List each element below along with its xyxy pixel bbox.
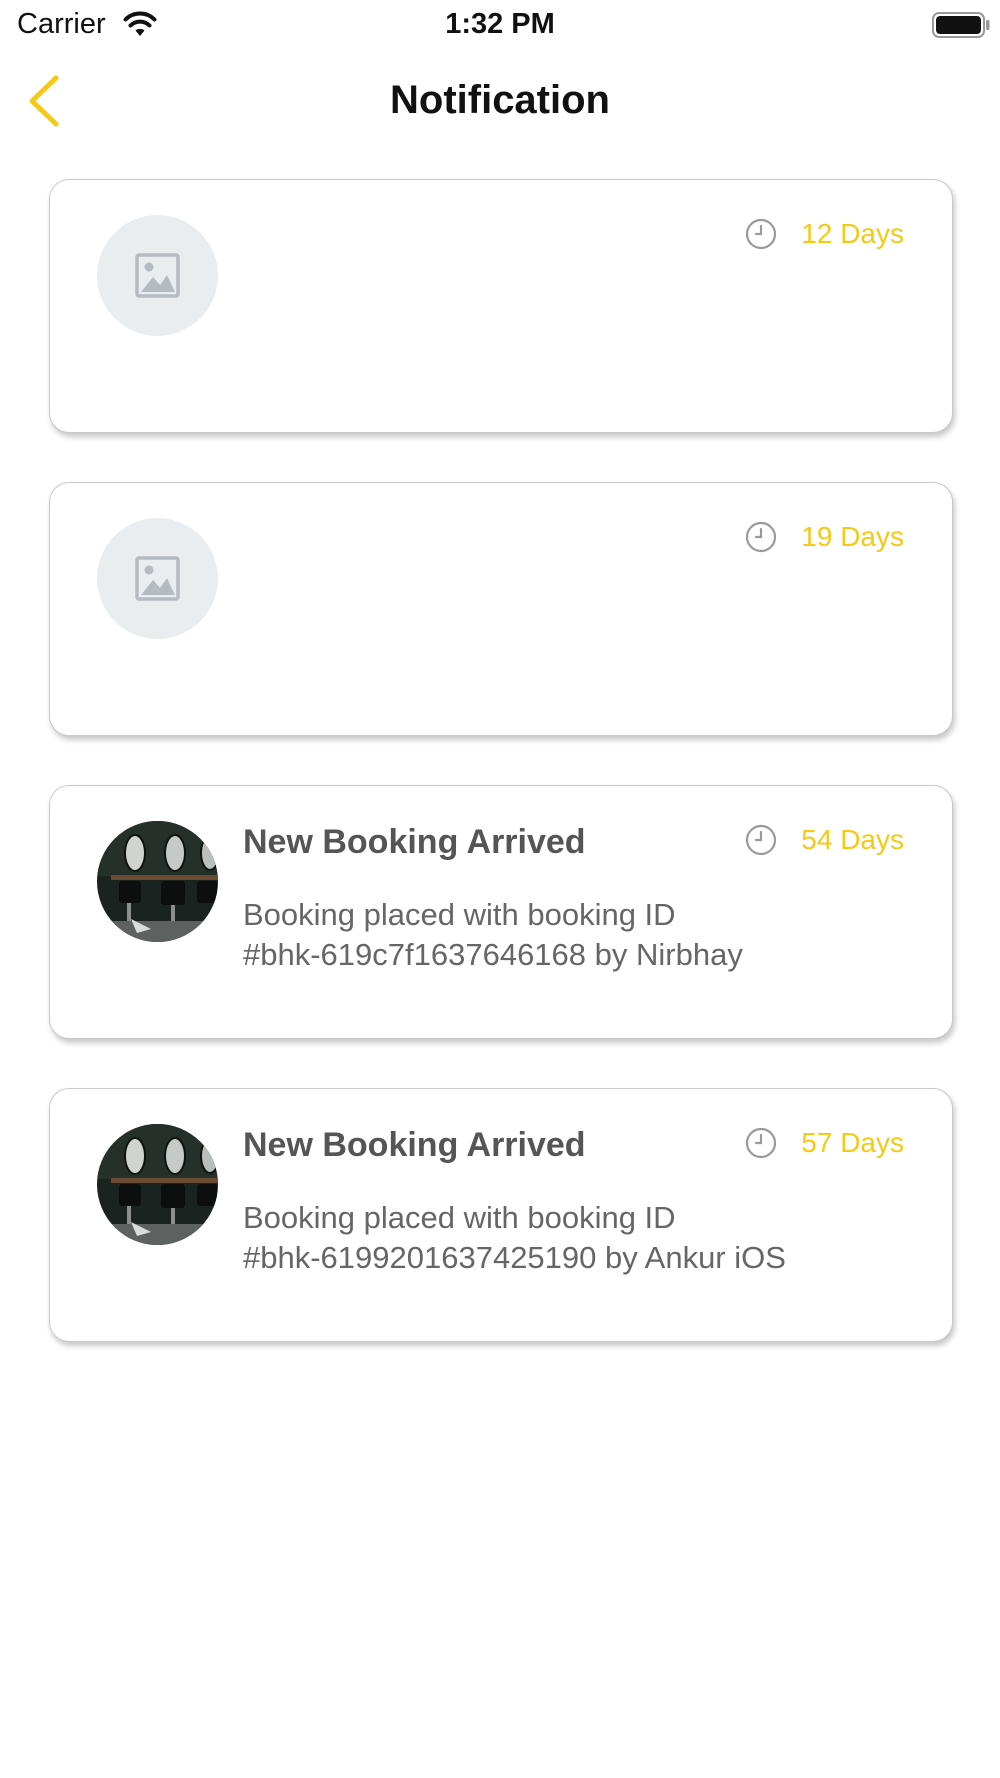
notification-message: Booking placed with booking ID #bhk-6199… <box>243 1198 883 1278</box>
time-ago-label: 19 Days <box>801 521 904 552</box>
status-bar: Carrier 1:32 PM <box>0 0 1000 52</box>
notification-card[interactable]: New Booking Arrived 54 Days Booking plac… <box>49 785 953 1039</box>
time-ago-label: 57 Days <box>801 1127 904 1158</box>
notification-message-line: #bhk-6199201637425190 by Ankur iOS <box>243 1240 786 1275</box>
salon-photo <box>97 1124 218 1245</box>
battery-icon <box>932 12 990 38</box>
notification-card[interactable]: 12 Days <box>49 179 953 433</box>
avatar <box>97 518 218 639</box>
clock-icon <box>746 824 777 856</box>
notification-title: New Booking Arrived <box>243 1126 586 1164</box>
placeholder-image-icon <box>135 253 180 298</box>
placeholder-image-icon <box>135 556 180 601</box>
notification-message-line: #bhk-619c7f1637646168 by Nirbhay <box>243 937 743 972</box>
avatar <box>97 821 218 942</box>
salon-photo <box>97 821 218 942</box>
avatar <box>97 215 218 336</box>
time-ago: 57 Days <box>745 1127 904 1159</box>
time-ago: 12 Days <box>745 218 904 250</box>
clock-icon <box>746 521 777 553</box>
notification-screen: Carrier 1:32 PM Notification 12 Days 19 … <box>0 0 1000 1778</box>
notification-list: 12 Days 19 Days New Booking Arrived 54 D… <box>49 179 953 1391</box>
notification-message: Booking placed with booking ID #bhk-619c… <box>243 895 883 975</box>
avatar <box>97 1124 218 1245</box>
clock-icon <box>746 1127 777 1159</box>
page-title: Notification <box>390 78 610 122</box>
time-ago: 19 Days <box>745 521 904 553</box>
time-ago-label: 12 Days <box>801 218 904 249</box>
notification-message-line: Booking placed with booking ID <box>243 897 676 932</box>
time-ago-label: 54 Days <box>801 824 904 855</box>
status-time: 1:32 PM <box>445 8 555 40</box>
notification-message-line: Booking placed with booking ID <box>243 1200 676 1235</box>
notification-title: New Booking Arrived <box>243 823 586 861</box>
nav-bar: Notification <box>0 60 1000 144</box>
time-ago: 54 Days <box>745 824 904 856</box>
clock-icon <box>746 218 777 250</box>
notification-card[interactable]: New Booking Arrived 57 Days Booking plac… <box>49 1088 953 1342</box>
notification-card[interactable]: 19 Days <box>49 482 953 736</box>
